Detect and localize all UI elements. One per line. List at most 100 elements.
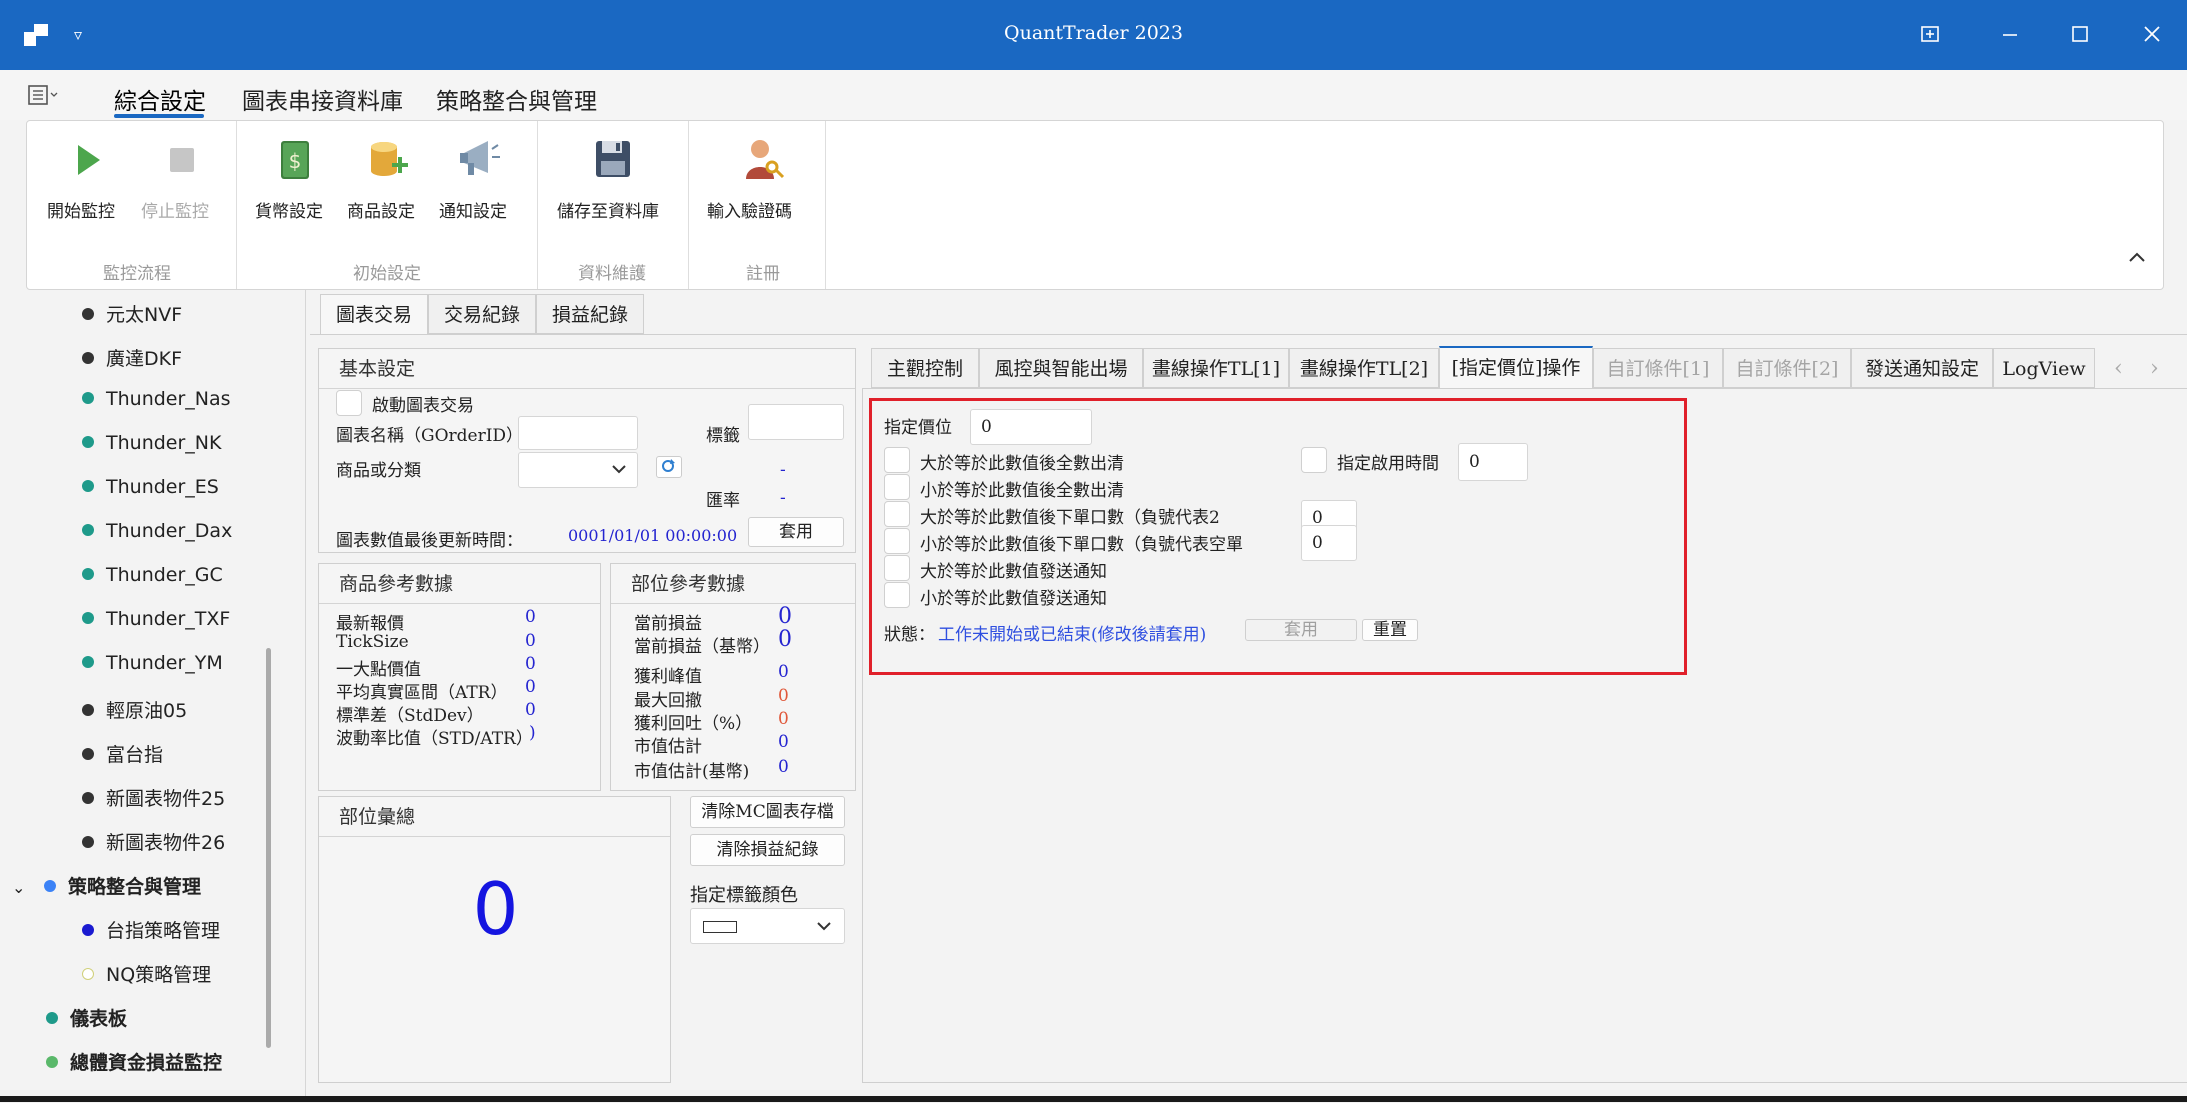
chevron-down-icon[interactable]: ⌄: [12, 878, 34, 897]
basic-apply-button[interactable]: 套用: [748, 517, 844, 547]
status-dot-icon: [46, 1011, 58, 1024]
title-bar: ▿ QuantTrader 2023: [0, 0, 2187, 70]
sidebar-item[interactable]: 廣達DKF: [82, 344, 182, 371]
sidebar-item[interactable]: Thunder_TXF: [82, 608, 230, 630]
clear-pnl-button[interactable]: 清除損益紀錄: [690, 834, 845, 866]
collapse-ribbon-icon[interactable]: [2127, 249, 2147, 268]
product-label: 商品或分類: [336, 461, 421, 481]
tab-chart-trading[interactable]: 圖表交易: [320, 294, 428, 334]
enable-chart-trading-checkbox[interactable]: [336, 390, 362, 416]
tab-logview[interactable]: LogView: [1993, 348, 2095, 388]
status-dot-icon: [82, 655, 94, 668]
panel-title: 部位彙總: [319, 797, 670, 837]
option-checkbox[interactable]: [884, 474, 910, 500]
enable-time-input[interactable]: 0: [1458, 443, 1528, 481]
product-settings-button[interactable]: 商品設定: [347, 135, 427, 222]
clear-mc-button[interactable]: 清除MC圖表存檔: [690, 796, 845, 828]
sidebar-item-dashboard[interactable]: 儀表板: [46, 1004, 127, 1031]
sidebar-item[interactable]: Thunder_Nas: [82, 388, 231, 410]
enable-time-checkbox[interactable]: [1301, 447, 1327, 473]
tag-input[interactable]: [748, 404, 844, 440]
money-book-icon: $: [270, 135, 320, 185]
start-monitor-button[interactable]: 開始監控: [47, 135, 127, 222]
chevron-down-icon: [816, 918, 832, 939]
tab-trendline-2[interactable]: 畫線操作TL[2]: [1289, 348, 1439, 388]
sidebar-item[interactable]: Thunder_ES: [82, 476, 219, 498]
option-checkbox[interactable]: [884, 528, 910, 554]
ref-label: TickSize: [336, 632, 409, 652]
ref-value: 0: [525, 654, 536, 674]
tab-scroll-right-icon[interactable]: ›: [2150, 356, 2159, 381]
save-to-database-button[interactable]: 儲存至資料庫: [557, 135, 669, 222]
refresh-icon[interactable]: [656, 456, 682, 478]
tab-custom-condition-1[interactable]: 自訂條件[1]: [1593, 348, 1723, 388]
sidebar-item[interactable]: 新圖表物件25: [82, 784, 225, 811]
ref-label: 最新報價: [336, 614, 404, 634]
sidebar-item[interactable]: Thunder_YM: [82, 652, 223, 674]
sidebar-item[interactable]: 元太NVF: [82, 300, 182, 327]
tab-custom-condition-2[interactable]: 自訂條件[2]: [1723, 348, 1851, 388]
database-add-icon: [362, 135, 412, 185]
maximize-icon[interactable]: [2070, 24, 2090, 49]
notification-settings-button[interactable]: 通知設定: [439, 135, 519, 222]
tab-price-operation[interactable]: [指定價位]操作: [1439, 346, 1593, 388]
status-dot-icon: [82, 523, 94, 536]
tab-subjective-control[interactable]: 主觀控制: [871, 348, 979, 388]
option-checkbox[interactable]: [884, 555, 910, 581]
sidebar-item[interactable]: Thunder_Dax: [82, 520, 232, 542]
tab-scroll-left-icon[interactable]: ‹: [2114, 356, 2123, 381]
option-checkbox[interactable]: [884, 582, 910, 608]
option-label: 大於等於此數值發送通知: [920, 562, 1107, 582]
pos-label: 獲利回吐（%）: [634, 714, 753, 734]
pos-value: 0: [778, 604, 792, 629]
option-checkbox[interactable]: [884, 447, 910, 473]
position-total-value: 0: [472, 867, 519, 951]
sidebar-item[interactable]: 富台指: [82, 740, 163, 767]
status-dot-icon: [82, 351, 94, 364]
price-label: 指定價位: [884, 418, 952, 438]
ribbon-separator: [537, 121, 538, 289]
sidebar-scrollbar[interactable]: [266, 648, 271, 1048]
menu-tab-active-indicator: [114, 114, 204, 118]
currency-settings-button[interactable]: $ 貨幣設定: [255, 135, 335, 222]
chart-name-input[interactable]: [518, 416, 638, 450]
sidebar-group-strategy[interactable]: ⌄ 策略整合與管理: [12, 872, 201, 899]
tab-risk-control[interactable]: 風控與智能出場: [979, 348, 1143, 388]
close-icon[interactable]: [2142, 24, 2162, 49]
update-time-label: 圖表數值最後更新時間：: [336, 531, 523, 551]
ref-value: 0: [525, 700, 536, 720]
pin-window-icon[interactable]: [1920, 24, 1940, 49]
sidebar-item-tx-strategy[interactable]: 台指策略管理: [82, 916, 220, 943]
ribbon: 開始監控 停止監控 $ 貨幣設定 商品設定 通知設定 儲存至資料庫 輸入驗證碼 …: [26, 120, 2164, 290]
product-select[interactable]: [518, 452, 638, 488]
sidebar-item-nq-strategy[interactable]: NQ策略管理: [82, 960, 211, 987]
app-menu-icon[interactable]: [28, 84, 62, 110]
menu-tab-general-settings[interactable]: 綜合設定: [114, 82, 206, 116]
price-reset-button[interactable]: 重置: [1362, 619, 1418, 641]
tab-pnl-records[interactable]: 損益紀錄: [536, 294, 644, 334]
enter-license-button[interactable]: 輸入驗證碼: [707, 135, 819, 222]
option-checkbox[interactable]: [884, 501, 910, 527]
update-time-value: 0001/01/01 00:00:00: [568, 526, 738, 545]
ribbon-group-register: 註冊: [746, 264, 780, 284]
ref-label: 平均真實區間（ATR）: [336, 683, 508, 703]
tab-notification-settings[interactable]: 發送通知設定: [1851, 348, 1993, 388]
sidebar-item-fund-monitor[interactable]: 總體資金損益監控: [46, 1048, 222, 1075]
sidebar-item[interactable]: Thunder_NK: [82, 432, 221, 454]
menu-tab-chart-database[interactable]: 圖表串接資料庫: [242, 82, 403, 116]
tab-trendline-1[interactable]: 畫線操作TL[1]: [1143, 348, 1289, 388]
play-icon: [62, 135, 112, 185]
price-input[interactable]: 0: [970, 409, 1092, 445]
sidebar-item[interactable]: 輕原油05: [82, 696, 187, 723]
tag-color-select[interactable]: [690, 908, 845, 944]
minimize-icon[interactable]: [2000, 24, 2020, 49]
stop-monitor-button[interactable]: 停止監控: [141, 135, 221, 222]
tab-trade-records[interactable]: 交易紀錄: [428, 294, 536, 334]
price-apply-button[interactable]: 套用: [1245, 619, 1357, 641]
menu-tab-strategy-management[interactable]: 策略整合與管理: [436, 82, 597, 116]
pos-value: 0: [778, 662, 789, 682]
qty-down-input[interactable]: 0: [1301, 525, 1357, 561]
sidebar-item[interactable]: 新圖表物件26: [82, 828, 225, 855]
tag-label: 標籤: [706, 426, 740, 446]
sidebar-item[interactable]: Thunder_GC: [82, 564, 223, 586]
